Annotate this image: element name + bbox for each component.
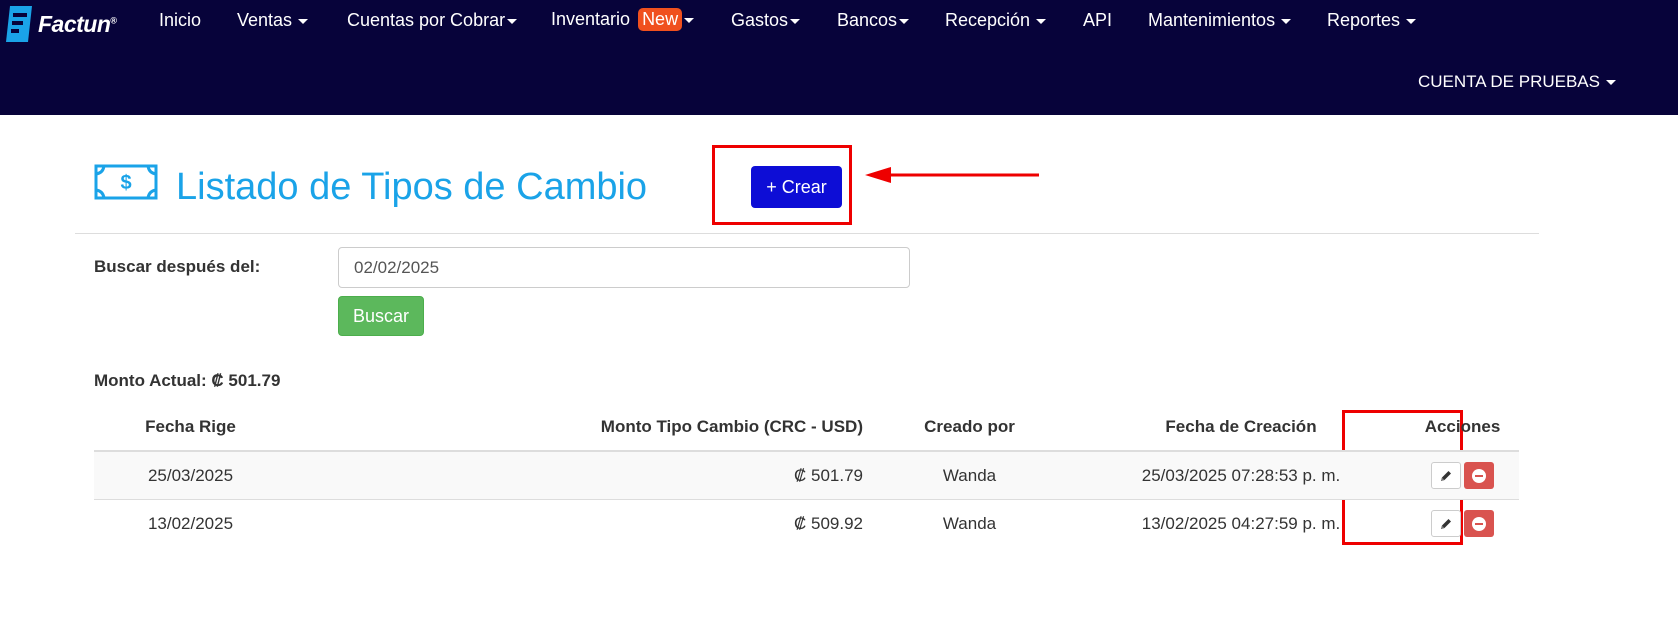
search-button[interactable]: Buscar [338, 296, 424, 336]
minus-circle-icon [1472, 516, 1486, 531]
minus-circle-icon [1472, 468, 1486, 483]
cell-creado-por: Wanda [863, 450, 1076, 500]
cell-monto: ₡ 501.79 [287, 450, 863, 500]
delete-button[interactable] [1464, 462, 1494, 489]
nav-item-mantenimientos[interactable]: Mantenimientos [1148, 10, 1292, 31]
caret-down-icon [790, 18, 801, 24]
search-date-input[interactable] [338, 247, 910, 288]
brand-logo[interactable]: Factun® [4, 0, 117, 48]
nav-item-bancos[interactable]: Bancos [837, 10, 910, 31]
nav-item-inicio[interactable]: Inicio [159, 10, 201, 31]
cell-fecha-creacion: 25/03/2025 07:28:53 p. m. [1076, 450, 1406, 500]
nav-item-recepcion[interactable]: Recepción [945, 10, 1047, 31]
top-navbar: Factun® Inicio Ventas Cuentas por Cobrar… [0, 0, 1678, 115]
caret-down-icon [1606, 80, 1616, 86]
page-title: Listado de Tipos de Cambio [176, 166, 648, 208]
caret-down-icon [1036, 18, 1047, 24]
nav-item-label: Reportes [1327, 10, 1401, 30]
column-header-fecha-rige: Fecha Rige [94, 404, 287, 452]
nav-item-ventas[interactable]: Ventas [237, 10, 309, 31]
search-date-label: Buscar después del: [94, 257, 261, 276]
nav-item-label: API [1083, 10, 1113, 30]
edit-button[interactable] [1431, 510, 1461, 537]
row-actions [1431, 510, 1494, 537]
caret-down-icon [1406, 18, 1417, 24]
column-header-creado-por: Creado por [863, 404, 1076, 452]
annotation-arrow-icon [865, 167, 1039, 183]
pencil-icon [1441, 470, 1451, 481]
table-header-row: Fecha Rige Monto Tipo Cambio (CRC - USD)… [94, 404, 1519, 452]
caret-down-icon [899, 18, 910, 24]
annotation-highlight-create [712, 145, 852, 225]
nav-item-label: Gastos [731, 10, 789, 30]
cell-acciones [1406, 450, 1519, 500]
cell-fecha-rige: 13/02/2025 [94, 499, 287, 547]
new-badge: New [638, 8, 683, 31]
account-menu[interactable]: CUENTA DE PRUEBAS [1418, 72, 1616, 92]
table-row: 13/02/2025 ₡ 509.92 Wanda 13/02/2025 04:… [94, 499, 1519, 547]
nav-item-label: Inicio [159, 10, 202, 30]
brand-registered-mark: ® [110, 14, 117, 25]
cell-fecha-rige: 25/03/2025 [94, 450, 287, 500]
money-bill-icon: $ [94, 164, 158, 200]
exchange-rate-table: Fecha Rige Monto Tipo Cambio (CRC - USD)… [94, 404, 1519, 547]
pencil-icon [1441, 518, 1451, 529]
nav-item-cuentas-por-cobrar[interactable]: Cuentas por Cobrar [347, 10, 518, 31]
caret-down-icon [684, 17, 695, 23]
svg-text:$: $ [120, 172, 131, 194]
nav-item-label: Mantenimientos [1148, 10, 1276, 30]
cell-monto: ₡ 509.92 [287, 499, 863, 547]
column-header-fecha-creacion: Fecha de Creación [1076, 404, 1406, 452]
row-actions [1431, 462, 1494, 489]
nav-item-reportes[interactable]: Reportes [1327, 10, 1417, 31]
nav-item-label: Cuentas por Cobrar [347, 10, 506, 30]
current-rate: Monto Actual: ₡ 501.79 [94, 371, 281, 390]
account-name: CUENTA DE PRUEBAS [1417, 72, 1600, 91]
nav-item-api[interactable]: API [1083, 10, 1112, 31]
caret-down-icon [298, 18, 309, 24]
cell-acciones [1406, 499, 1519, 547]
factun-logo-icon [6, 6, 32, 42]
column-header-monto: Monto Tipo Cambio (CRC - USD) [287, 404, 863, 452]
nav-item-label: Ventas [237, 10, 293, 30]
nav-item-label: Inventario [551, 9, 631, 29]
edit-button[interactable] [1431, 462, 1461, 489]
nav-item-label: Bancos [837, 10, 898, 30]
table-row: 25/03/2025 ₡ 501.79 Wanda 25/03/2025 07:… [94, 450, 1519, 500]
nav-item-label: Recepción [945, 10, 1031, 30]
cell-creado-por: Wanda [863, 499, 1076, 547]
column-header-acciones: Acciones [1406, 404, 1519, 452]
nav-item-inventario[interactable]: Inventario New [551, 8, 695, 31]
nav-item-gastos[interactable]: Gastos [731, 10, 801, 31]
brand-name: Factun [38, 10, 111, 37]
caret-down-icon [1281, 18, 1292, 24]
caret-down-icon [507, 18, 518, 24]
delete-button[interactable] [1464, 510, 1494, 537]
cell-fecha-creacion: 13/02/2025 04:27:59 p. m. [1076, 499, 1406, 547]
